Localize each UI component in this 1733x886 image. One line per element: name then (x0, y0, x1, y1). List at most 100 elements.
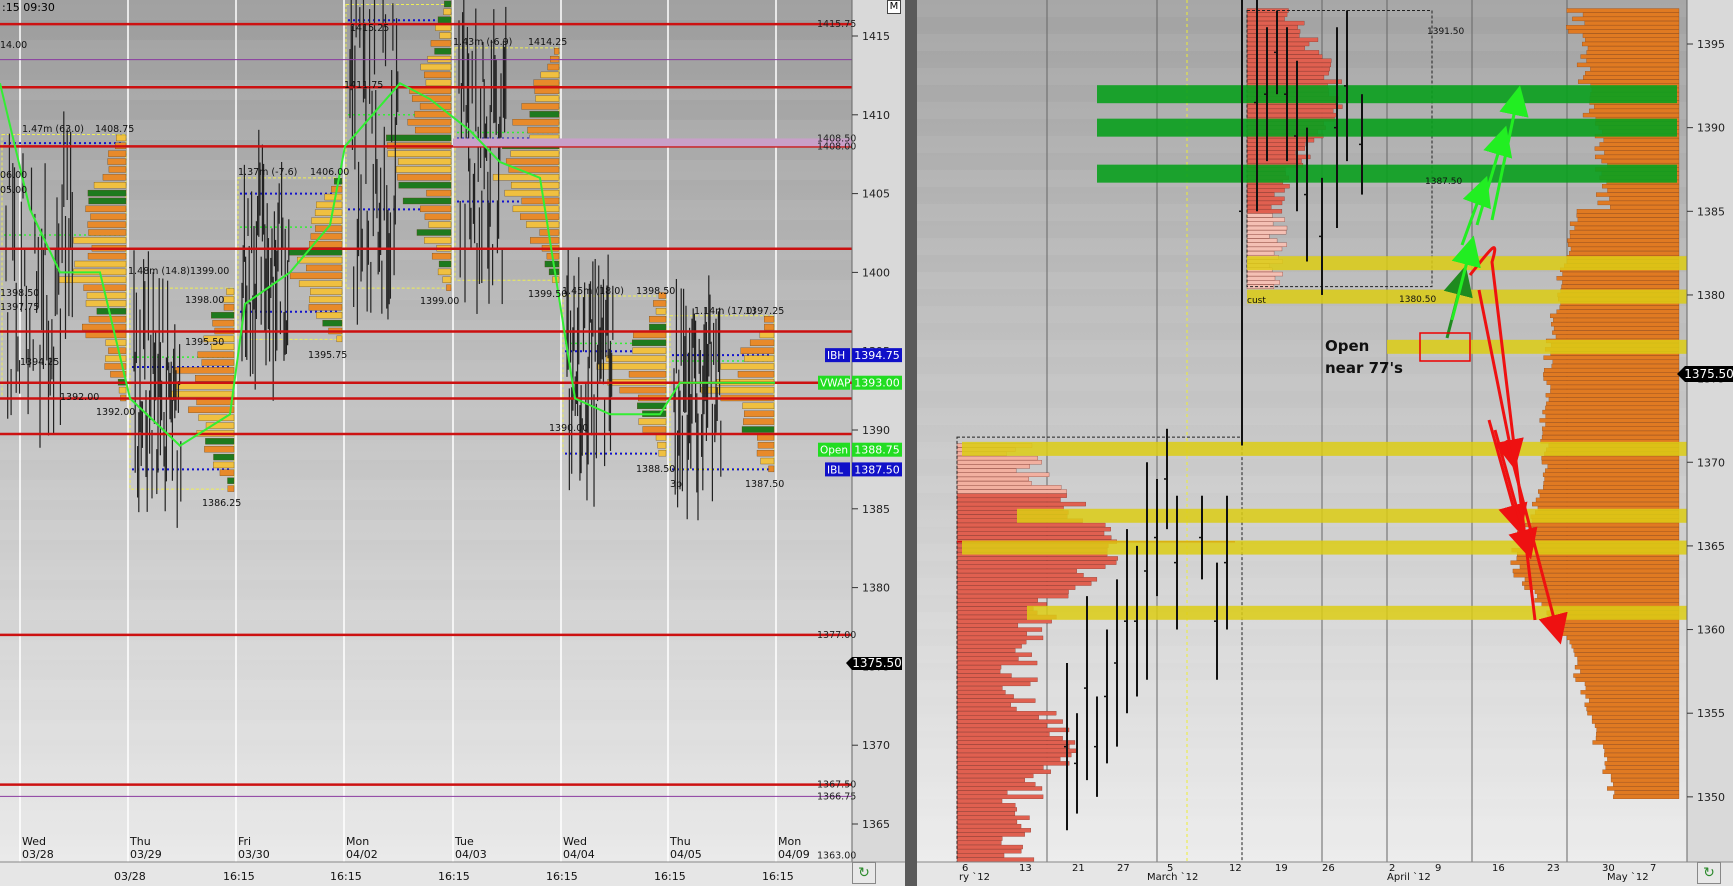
composite-profile-bar (1546, 380, 1680, 385)
profile-bar (658, 449, 667, 457)
composite-profile-bar (1561, 284, 1680, 289)
left-price-chart[interactable]: 1415141014051400139513901385138013751370… (0, 0, 905, 886)
composite-profile-bar (1528, 527, 1680, 532)
profile-bar (438, 260, 452, 268)
profile-bar (205, 438, 235, 445)
march-profile-bar (956, 853, 1005, 858)
composite-profile-bar (1543, 481, 1680, 486)
profile-bar (554, 48, 560, 55)
right-refresh-icon[interactable]: ↻ (1697, 862, 1721, 884)
composite-profile-bar (1596, 727, 1680, 733)
april-profile-bar (1246, 230, 1287, 235)
profile-bar (444, 0, 452, 8)
level-badge: IBH 1394.75 (825, 348, 902, 363)
composite-profile-bar (1586, 58, 1680, 63)
profile-bar (424, 71, 452, 79)
profile-bar (87, 189, 127, 197)
profile-bar (309, 296, 343, 303)
composite-profile-bar (1553, 317, 1680, 323)
composite-profile-bar (1604, 761, 1680, 766)
march-profile-bar (956, 556, 1118, 561)
march-profile-bar (956, 677, 1038, 682)
axis-tick-label: 1365 (862, 818, 890, 831)
composite-profile-bar (1543, 376, 1680, 381)
composite-profile-bar (1580, 690, 1680, 695)
composite-profile-bar (1610, 773, 1680, 779)
profile-bar (737, 371, 775, 378)
composite-profile-bar (1602, 184, 1680, 189)
left-chart-panel[interactable]: 1415141014051400139513901385138013751370… (0, 0, 905, 886)
refresh-icon[interactable]: ↻ (852, 862, 876, 884)
composite-profile-bar (1510, 560, 1680, 565)
profile-bar (492, 174, 560, 181)
march-profile-bar (956, 698, 1036, 703)
chart-time-label: :15 09:30 (2, 1, 55, 14)
composite-profile-bar (1569, 230, 1680, 235)
profile-bar (171, 390, 235, 398)
profile-bar (657, 442, 667, 449)
profile-bar (398, 182, 452, 189)
composite-profile-bar (1541, 455, 1680, 461)
profile-bar (108, 166, 127, 173)
profile-bar (93, 182, 127, 189)
profile-bar (439, 32, 452, 39)
march-profile-bar (956, 585, 1076, 590)
profile-bar (759, 331, 775, 339)
day-date: 04/04 (563, 848, 595, 861)
badge-text: IBH (827, 350, 845, 362)
march-profile-bar (956, 752, 1072, 758)
profile-bar (213, 461, 235, 469)
composite-profile-bar (1543, 368, 1680, 373)
march-profile-bar (956, 573, 1084, 578)
composite-profile-bar (1547, 464, 1680, 469)
level-badge: VWAP 1393.00 (818, 375, 902, 390)
composite-profile-bar (1594, 104, 1680, 109)
profile-bar (512, 119, 560, 126)
composite-profile-bar (1582, 41, 1680, 47)
profile-bar (88, 316, 127, 323)
session-label: 1406.00 (310, 167, 349, 178)
right-price-chart[interactable]: Open near 77's 1387.50 1380.50 cust 1391.50… (917, 0, 1733, 886)
level-badge: Open 1388.75 (818, 442, 902, 457)
m-button[interactable]: M (887, 0, 901, 14)
band (917, 816, 1687, 833)
profile-bar (701, 386, 775, 394)
composite-profile-bar (1585, 685, 1680, 691)
yellow-zone (1387, 339, 1687, 354)
march-profile-bar (956, 832, 1025, 837)
profile-bar (633, 331, 667, 339)
profile-bar (605, 355, 667, 362)
april-profile-bar (1246, 25, 1298, 30)
april-profile-bar (1246, 79, 1342, 84)
profile-bar (87, 221, 127, 228)
badge-text: VWAP (820, 378, 851, 390)
profile-bar (88, 229, 127, 236)
composite-profile-bar (1555, 334, 1680, 339)
composite-profile-bar (1543, 485, 1680, 490)
profile-bar (407, 119, 452, 126)
march-profile-bar (956, 765, 1044, 770)
right-chart-panel[interactable]: Open near 77's 1387.50 1380.50 cust 1391.50… (917, 0, 1733, 886)
march-profile-bar (956, 481, 1032, 486)
profile-bar (764, 316, 775, 323)
composite-profile-bar (1568, 242, 1680, 247)
composite-profile-bar (1614, 790, 1680, 795)
axis-tick-label: 1400 (862, 266, 890, 279)
date-axis-label: 23 (1547, 863, 1560, 874)
profile-bar (740, 347, 775, 354)
april-profile-bar (1246, 29, 1301, 34)
april-profile-bar (1246, 242, 1287, 247)
composite-profile-bar (1592, 740, 1680, 745)
profile-bar (533, 79, 560, 86)
profile-bar (637, 402, 667, 410)
composite-profile-bar (1552, 359, 1680, 365)
time-axis-label: 16:15 (654, 870, 686, 883)
panel-divider[interactable] (905, 0, 917, 886)
composite-profile-bar (1556, 276, 1680, 281)
badge-value: 1394.75 (854, 349, 900, 362)
march-profile-bar (956, 660, 1038, 666)
profile-bar (298, 280, 343, 287)
composite-profile-bar (1556, 309, 1680, 314)
composite-profile-bar (1585, 694, 1680, 699)
march-profile-bar (956, 744, 1070, 749)
